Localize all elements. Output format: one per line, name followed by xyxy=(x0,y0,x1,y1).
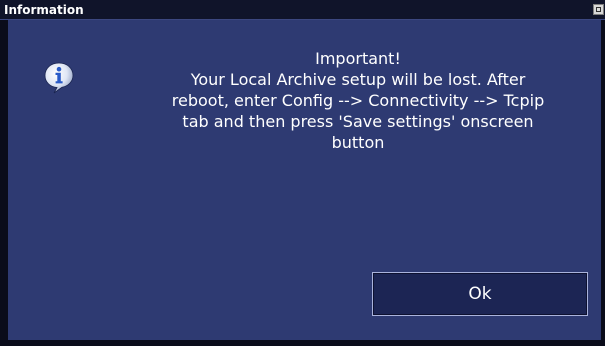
message-line: reboot, enter Config --> Connectivity --… xyxy=(171,91,545,110)
message-line: button xyxy=(331,133,385,152)
message-text: Important! Your Local Archive setup will… xyxy=(128,48,588,153)
information-icon xyxy=(44,62,74,94)
title-bar: Information xyxy=(0,0,605,20)
window-close-icon[interactable] xyxy=(593,4,604,15)
dialog-title: Information xyxy=(4,3,84,17)
message-line: tab and then press 'Save settings' onscr… xyxy=(182,112,534,131)
ok-button[interactable]: Ok xyxy=(372,272,588,316)
message-heading: Important! xyxy=(315,49,401,68)
message-line: Your Local Archive setup will be lost. A… xyxy=(190,70,526,89)
information-dialog: Information Important! Your Local Archiv… xyxy=(0,0,605,346)
